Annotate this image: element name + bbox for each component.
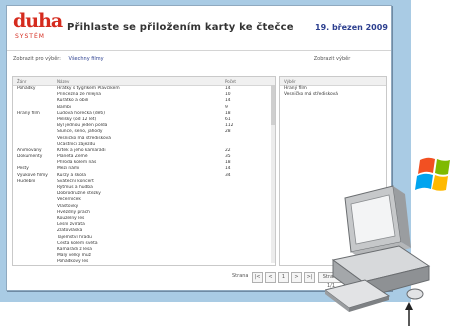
computer-illustration bbox=[325, 157, 450, 326]
logo-text: duha bbox=[13, 10, 63, 32]
table-scrollbar[interactable] bbox=[271, 85, 275, 263]
row-title: Pohádkový les bbox=[57, 259, 89, 265]
show-selection-button[interactable]: Zobrazit výběr bbox=[277, 56, 387, 62]
current-page: 1 bbox=[278, 272, 289, 283]
prev-page-button[interactable]: < bbox=[265, 272, 276, 283]
table-body: Pohádky Hrátky s tygříkem Plavčíkem 14 Prin… bbox=[13, 86, 275, 265]
selection-item[interactable]: Vesničko má středisková bbox=[280, 92, 386, 98]
table-header: Žánr Název Počet bbox=[13, 77, 275, 86]
film-table: Žánr Název Počet Pohádky Hrátky s tygříke… bbox=[12, 76, 276, 266]
selection-header: Výběr bbox=[280, 77, 386, 86]
col-title[interactable]: Název bbox=[57, 79, 175, 84]
toolbar: Zobrazit pro výběr: Všechny filmy Zobraz… bbox=[7, 56, 391, 74]
selection-list: Hraný film Vesničko má středisková bbox=[280, 86, 386, 98]
filter-area: Zobrazit pro výběr: Všechny filmy bbox=[13, 56, 104, 62]
page-date: 19. březen 2009 bbox=[315, 23, 388, 32]
scroll-thumb[interactable] bbox=[271, 85, 275, 125]
cable-arrow-icon bbox=[405, 302, 413, 326]
pager-label: Strana bbox=[232, 273, 249, 279]
duha-logo: duha SYSTÉM bbox=[13, 12, 63, 46]
col-count[interactable]: Počet bbox=[225, 79, 245, 84]
logo-subtext: SYSTÉM bbox=[15, 33, 45, 40]
filter-link-all[interactable]: Všechny filmy bbox=[69, 56, 104, 62]
selection-header-label: Výběr bbox=[284, 79, 296, 84]
next-page-button[interactable]: > bbox=[291, 272, 302, 283]
table-row[interactable]: Pohádkový les bbox=[13, 259, 275, 265]
windows-logo-icon bbox=[415, 157, 450, 191]
last-page-button[interactable]: >| bbox=[304, 272, 315, 283]
col-genre[interactable]: Žánr bbox=[17, 79, 53, 84]
app-header: duha SYSTÉM Přihlaste se přiložením kart… bbox=[7, 6, 391, 51]
page-title: Přihlaste se přiložením karty ke čtečce bbox=[67, 22, 294, 33]
filter-label: Zobrazit pro výběr: bbox=[13, 56, 61, 62]
mouse-icon bbox=[406, 288, 424, 300]
first-page-button[interactable]: |< bbox=[252, 272, 263, 283]
